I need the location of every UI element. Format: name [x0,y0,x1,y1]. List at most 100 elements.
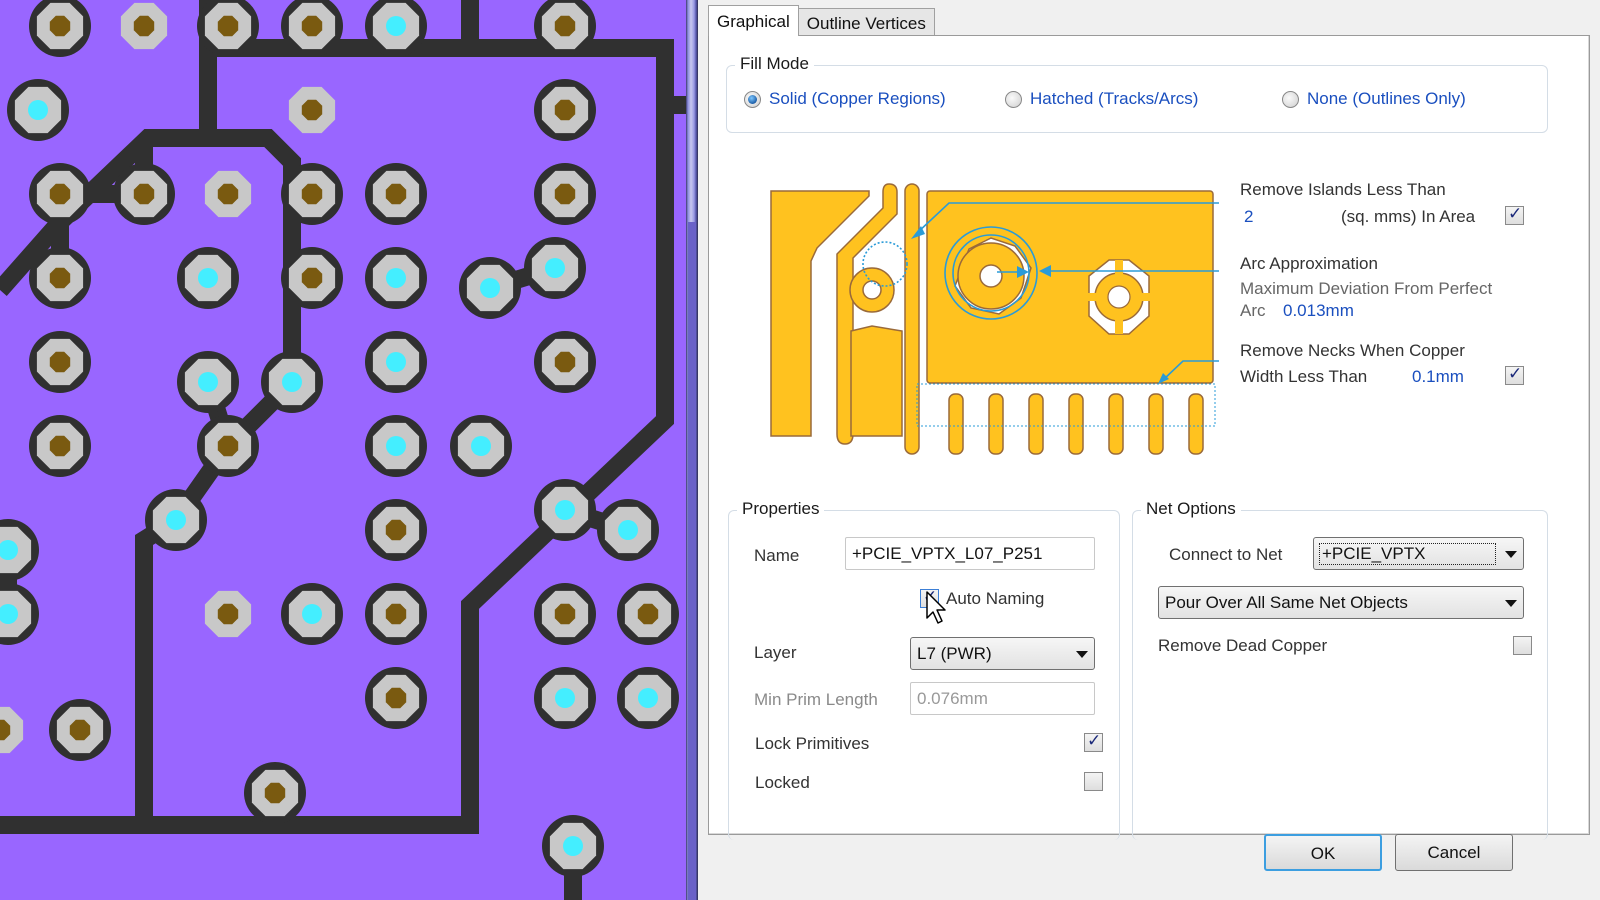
via[interactable] [281,583,343,645]
remove-necks-value[interactable]: 0.1mm [1412,367,1464,387]
auto-naming-checkbox[interactable] [920,587,939,608]
scrollbar-thumb[interactable] [688,222,696,900]
drill-hole [385,687,407,709]
name-input[interactable]: +PCIE_VPTX_L07_P251 [845,537,1095,570]
pad[interactable] [281,247,343,309]
via-hole [166,510,186,530]
pad[interactable] [120,2,168,50]
pcb-drawing[interactable] [0,0,686,900]
via[interactable] [0,519,39,581]
fill-mode-legend: Fill Mode [735,54,814,74]
tab-page-graphical: Fill Mode Solid (Copper Regions) Hatched… [708,35,1590,840]
drill-hole [554,99,576,121]
copper-finger [1028,393,1044,455]
via[interactable] [534,479,596,541]
pad[interactable] [534,79,596,141]
via[interactable] [597,499,659,561]
copper-finger [988,393,1004,455]
pad[interactable] [288,86,336,134]
pad[interactable] [534,583,596,645]
via[interactable] [7,79,69,141]
chevron-down-icon [1076,651,1088,658]
remove-dead-copper-label: Remove Dead Copper [1158,636,1328,655]
pad[interactable] [534,331,596,393]
pad[interactable] [29,247,91,309]
via[interactable] [534,667,596,729]
via[interactable] [0,583,39,645]
remove-islands-unit: (sq. mms) In Area [1341,207,1476,226]
pad[interactable] [365,499,427,561]
via[interactable] [524,237,586,299]
ok-button[interactable]: OK [1264,834,1382,871]
via[interactable] [177,351,239,413]
name-label: Name [754,546,800,565]
cancel-button[interactable]: Cancel [1395,834,1513,871]
locked-checkbox[interactable] [1084,772,1103,791]
pad[interactable] [197,415,259,477]
pad[interactable] [29,163,91,225]
tab-outline-vertices[interactable]: Outline Vertices [797,8,935,36]
remove-islands-checkbox[interactable] [1505,204,1524,225]
radio-none[interactable]: None (Outlines Only) [1282,89,1466,109]
splitter-scrollbar[interactable] [686,0,698,900]
pad[interactable] [534,163,596,225]
copper-finger [1108,393,1124,455]
pad[interactable] [204,170,252,218]
connect-to-net-value: +PCIE_VPTX [1319,543,1496,565]
via[interactable] [177,247,239,309]
via[interactable] [145,489,207,551]
radio-solid[interactable]: Solid (Copper Regions) [744,89,946,109]
pad[interactable] [617,583,679,645]
pad[interactable] [204,590,252,638]
pad[interactable] [113,163,175,225]
remove-necks-label-2: Width Less Than [1240,367,1368,386]
drill-hole [217,435,239,457]
pad[interactable] [29,415,91,477]
thermal-hole-overlay [1107,285,1131,309]
via[interactable] [365,415,427,477]
pad[interactable] [49,699,111,761]
connect-to-net-dropdown[interactable]: +PCIE_VPTX [1313,537,1524,570]
remove-islands-value[interactable]: 2 [1244,207,1253,227]
layer-dropdown[interactable]: L7 (PWR) [910,637,1095,670]
remove-dead-copper-checkbox[interactable] [1513,636,1532,655]
via[interactable] [450,415,512,477]
pad[interactable] [0,706,24,754]
pad[interactable] [365,163,427,225]
arc-approx-arc-label: Arc [1240,301,1266,320]
properties-legend: Properties [737,499,825,519]
drill-hole [385,603,407,625]
pcb-canvas[interactable] [0,0,686,900]
via[interactable] [365,247,427,309]
drill-hole [49,351,71,373]
via-hole [555,500,575,520]
via[interactable] [617,667,679,729]
drill-hole [133,183,155,205]
radio-dot-icon [1005,90,1022,108]
connect-to-net-label: Connect to Net [1169,545,1283,564]
pad[interactable] [365,583,427,645]
pad[interactable] [29,331,91,393]
via[interactable] [459,257,521,319]
pad[interactable] [281,163,343,225]
remove-necks-checkbox[interactable] [1505,364,1524,385]
via[interactable] [365,331,427,393]
arc-approx-value[interactable]: 0.013mm [1283,301,1354,321]
pad[interactable] [29,0,91,57]
drill-hole [637,603,659,625]
tab-graphical[interactable]: Graphical [708,5,799,36]
radio-hatched[interactable]: Hatched (Tracks/Arcs) [1005,89,1198,109]
pour-over-dropdown[interactable]: Pour Over All Same Net Objects [1158,586,1524,619]
pad[interactable] [244,762,306,824]
via[interactable] [542,815,604,877]
pour-over-value: Pour Over All Same Net Objects [1165,593,1408,612]
auto-naming-label[interactable]: Auto Naming [946,589,1044,609]
pad[interactable] [365,667,427,729]
via-hole [618,520,638,540]
via-hole [282,372,302,392]
drill-hole [554,15,576,37]
via[interactable] [261,351,323,413]
via-hole [386,268,406,288]
lock-primitives-checkbox[interactable] [1084,731,1103,752]
min-prim-length-input[interactable]: 0.076mm [910,682,1095,715]
